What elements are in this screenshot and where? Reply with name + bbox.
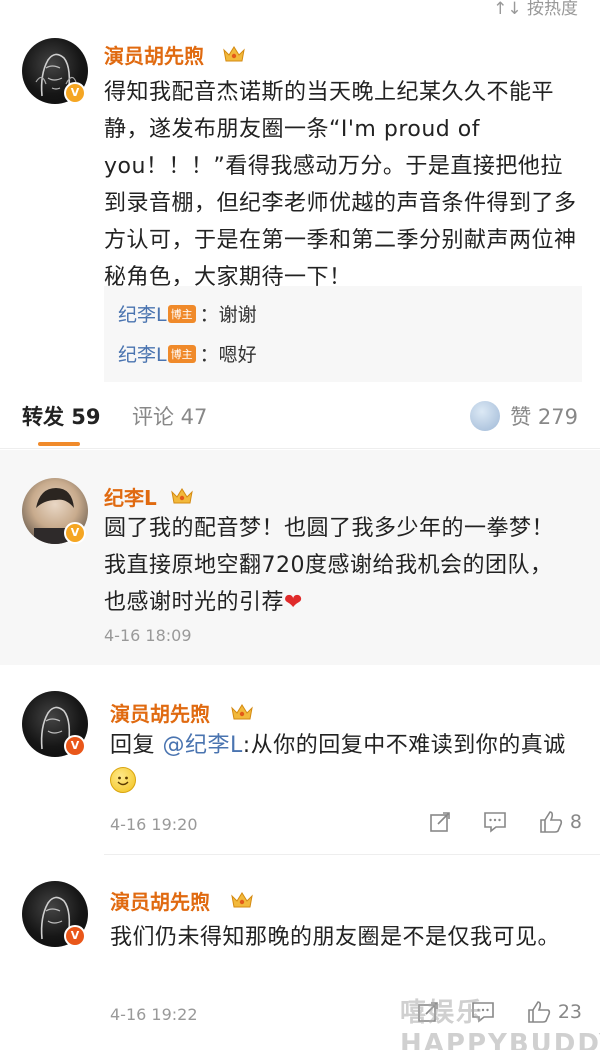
interaction-tabbar: 转发 59 评论 47 赞 279 xyxy=(0,385,600,449)
like-count: 8 xyxy=(569,811,582,833)
comment-author-name[interactable]: 演员胡先煦 xyxy=(110,886,210,915)
tab-repost[interactable]: 转发 59 xyxy=(22,401,101,431)
tab-like[interactable]: 赞 279 xyxy=(470,399,578,433)
like-button[interactable]: 8 xyxy=(538,810,582,834)
reply-text: ：嗯好 xyxy=(199,344,257,366)
blogger-badge: 博主 xyxy=(167,345,196,363)
post-text: 得知我配音杰诺斯的当天晚上纪某久久不能平静，遂发布朋友圈一条“I'm proud… xyxy=(104,80,577,290)
heart-emoji: ❤ xyxy=(284,590,303,615)
crown-icon xyxy=(231,892,253,908)
verified-icon: V xyxy=(64,735,86,757)
comment-actions: 8 xyxy=(428,810,582,834)
reply-button[interactable] xyxy=(482,810,508,834)
crown-icon xyxy=(171,488,193,504)
reply-author[interactable]: 纪李L xyxy=(118,304,167,326)
share-icon xyxy=(430,812,450,832)
comment-item: V 演员胡先煦 回复 @纪李L:从你的回复中不难读到你的真诚 4-16 19:2… xyxy=(0,665,600,855)
thumbs-up-icon xyxy=(540,811,563,833)
tab-comment[interactable]: 评论 47 xyxy=(132,401,207,431)
reply-prefix: 回复 xyxy=(110,733,156,758)
embedded-reply[interactable]: 纪李L 博主 ：谢谢 xyxy=(118,300,257,327)
watermark: 嘻娱乐 HAPPYBUDDY xyxy=(400,998,600,1050)
post-author-name[interactable]: 演员胡先煦 xyxy=(104,40,204,69)
verified-icon: V xyxy=(64,925,86,947)
comment-body: 圆了我的配音梦！也圆了我多少年的一拳梦！我直接原地空翻720度感谢给我机会的团队… xyxy=(104,516,555,615)
embedded-replies[interactable]: 纪李L 博主 ：谢谢 纪李L 博主 ：嗯好 xyxy=(104,286,582,382)
crown-icon xyxy=(223,46,245,62)
smile-emoji xyxy=(110,767,136,793)
verified-icon: V xyxy=(64,522,86,544)
crown-icon xyxy=(231,704,253,720)
comment-text: 圆了我的配音梦！也圆了我多少年的一拳梦！我直接原地空翻720度感谢给我机会的团队… xyxy=(104,510,574,621)
comment-text: 回复 @纪李L:从你的回复中不难读到你的真诚 xyxy=(110,727,580,801)
like-count: 赞 279 xyxy=(510,405,578,429)
verified-icon: V xyxy=(64,82,86,104)
comment-author-name[interactable]: 纪李L xyxy=(104,482,157,511)
comment-item: V 纪李L 圆了我的配音梦！也圆了我多少年的一拳梦！我直接原地空翻720度感谢给… xyxy=(0,450,600,665)
mention-link[interactable]: @纪李L xyxy=(163,733,243,758)
comment-body: :从你的回复中不难读到你的真诚 xyxy=(242,733,566,758)
comment-text: 我们仍未得知那晚的朋友圈是不是仅我可见。 xyxy=(110,925,561,950)
liker-avatar xyxy=(470,401,501,431)
weibo-post: V 演员胡先煦 得知我配音杰诺斯的当天晚上纪某久久不能平静，遂发布朋友圈一条“I… xyxy=(0,0,600,385)
embedded-reply[interactable]: 纪李L 博主 ：嗯好 xyxy=(118,340,257,367)
comment-time: 4-16 19:20 xyxy=(110,815,198,834)
share-button[interactable] xyxy=(428,810,452,834)
comment-icon xyxy=(484,812,506,833)
reply-author[interactable]: 纪李L xyxy=(118,344,167,366)
comment-author-name[interactable]: 演员胡先煦 xyxy=(110,698,210,727)
active-tab-indicator xyxy=(38,442,80,446)
reply-text: ：谢谢 xyxy=(199,304,257,326)
comment-time: 4-16 19:22 xyxy=(110,1005,198,1024)
blogger-badge: 博主 xyxy=(167,305,196,323)
comment-time: 4-16 18:09 xyxy=(104,626,192,645)
